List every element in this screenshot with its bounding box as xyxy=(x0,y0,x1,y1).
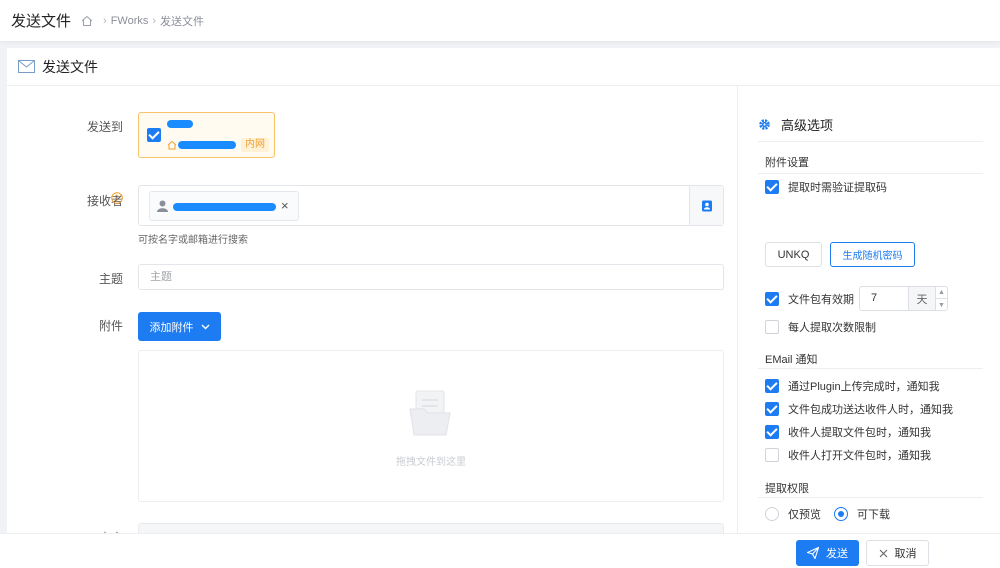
cancel-button[interactable]: 取消 xyxy=(866,540,929,566)
stepper-up-icon[interactable]: ▲ xyxy=(936,287,947,299)
divider xyxy=(758,497,983,498)
extraction-code-field[interactable]: UNKQ xyxy=(765,242,822,267)
limit-per-person-label: 每人提取次数限制 xyxy=(788,322,876,334)
divider xyxy=(758,141,983,142)
permission-preview-label: 仅预览 xyxy=(788,509,821,521)
require-code-option[interactable]: 提取时需验证提取码 xyxy=(765,179,887,195)
send-button[interactable]: 发送 xyxy=(796,540,859,566)
receiver-hint: 可按名字或邮箱进行搜索 xyxy=(138,235,248,246)
notify-plugin-checkbox[interactable] xyxy=(765,379,779,393)
require-code-checkbox[interactable] xyxy=(765,180,779,194)
svg-text:?: ? xyxy=(115,194,119,203)
send-file-panel: 发送文件 发送到 内网 接收者 ? × 可按名字或邮箱进行搜索 主题 附件 添加… xyxy=(7,48,1000,568)
receiver-chip: × xyxy=(149,191,299,221)
help-icon[interactable]: ? xyxy=(111,192,123,204)
close-icon xyxy=(879,549,887,557)
notify-opened-checkbox[interactable] xyxy=(765,448,779,462)
send-label: 发送 xyxy=(826,548,848,560)
breadcrumb: › FWorks › 发送文件 xyxy=(81,13,204,29)
file-dropzone[interactable]: 拖拽文件到这里 xyxy=(138,350,724,502)
permission-title: 提取权限 xyxy=(765,483,809,495)
notify-plugin-label: 通过Plugin上传完成时，通知我 xyxy=(788,381,940,393)
home-icon[interactable] xyxy=(81,15,93,27)
redacted-email xyxy=(173,203,276,211)
attachment-label: 附件 xyxy=(98,319,123,333)
notify-extracted-label: 收件人提取文件包时，通知我 xyxy=(788,427,931,439)
redacted-address xyxy=(178,141,236,149)
limit-per-person-option[interactable]: 每人提取次数限制 xyxy=(765,319,876,335)
email-notification-title: EMail 通知 xyxy=(765,354,818,366)
validity-checkbox[interactable] xyxy=(765,292,779,306)
sendto-checkbox[interactable] xyxy=(147,128,161,142)
notify-opened-option[interactable]: 收件人打开文件包时，通知我 xyxy=(765,447,931,463)
require-code-label: 提取时需验证提取码 xyxy=(788,182,887,194)
top-bar: 发送文件 › FWorks › 发送文件 xyxy=(0,0,1000,41)
panel-header: 发送文件 xyxy=(7,48,1000,86)
breadcrumb-item-fworks[interactable]: FWorks xyxy=(111,15,149,27)
contacts-button[interactable] xyxy=(689,186,723,225)
validity-stepper[interactable]: ▲ ▼ xyxy=(936,286,948,311)
notify-delivered-checkbox[interactable] xyxy=(765,402,779,416)
divider xyxy=(758,368,983,369)
notify-opened-label: 收件人打开文件包时，通知我 xyxy=(788,450,931,462)
breadcrumb-separator: › xyxy=(152,14,157,27)
validity-label: 文件包有效期 xyxy=(788,294,854,306)
permission-download-option[interactable]: 可下载 xyxy=(834,506,890,522)
validity-unit: 天 xyxy=(909,286,936,311)
notify-extracted-option[interactable]: 收件人提取文件包时，通知我 xyxy=(765,424,931,440)
subject-label: 主题 xyxy=(98,272,123,286)
attachment-settings-title: 附件设置 xyxy=(765,157,809,169)
advanced-header: 高级选项 xyxy=(758,115,833,134)
mail-icon xyxy=(18,60,35,73)
user-icon xyxy=(157,200,168,212)
paper-plane-icon xyxy=(807,547,819,559)
remove-receiver-icon[interactable]: × xyxy=(281,198,289,213)
network-tag: 内网 xyxy=(241,138,269,152)
gear-icon xyxy=(759,119,770,130)
dropzone-text: 拖拽文件到这里 xyxy=(396,457,466,468)
contact-book-icon xyxy=(701,200,712,211)
generate-random-password-button[interactable]: 生成随机密码 xyxy=(830,242,915,267)
limit-per-person-checkbox[interactable] xyxy=(765,320,779,334)
breadcrumb-item-current: 发送文件 xyxy=(160,15,205,28)
sendto-card[interactable]: 内网 xyxy=(138,112,275,158)
folder-icon xyxy=(409,390,451,436)
subject-input[interactable] xyxy=(138,264,724,290)
stepper-down-icon[interactable]: ▼ xyxy=(936,299,947,311)
advanced-title: 高级选项 xyxy=(781,118,834,133)
notify-delivered-label: 文件包成功送达收件人时，通知我 xyxy=(788,404,953,416)
validity-days-input[interactable]: 7 xyxy=(859,286,909,311)
receiver-input[interactable]: × xyxy=(138,185,724,226)
permission-preview-option[interactable]: 仅预览 xyxy=(765,506,821,522)
page-title: 发送文件 xyxy=(11,13,72,30)
permission-download-label: 可下载 xyxy=(857,509,890,521)
sendto-label: 发送到 xyxy=(86,120,123,134)
permission-download-radio[interactable] xyxy=(834,507,848,521)
divider xyxy=(758,173,983,174)
cancel-label: 取消 xyxy=(894,548,917,560)
validity-option[interactable]: 文件包有效期 xyxy=(765,291,854,307)
notify-delivered-option[interactable]: 文件包成功送达收件人时，通知我 xyxy=(765,401,953,417)
notify-extracted-checkbox[interactable] xyxy=(765,425,779,439)
panel-title: 发送文件 xyxy=(42,58,98,75)
chevron-down-icon xyxy=(201,324,209,329)
footer-bar: 发送 取消 xyxy=(0,533,1000,568)
breadcrumb-separator: › xyxy=(103,14,107,27)
permission-preview-radio[interactable] xyxy=(765,507,779,521)
notify-plugin-option[interactable]: 通过Plugin上传完成时，通知我 xyxy=(765,378,940,394)
add-attachment-label: 添加附件 xyxy=(149,321,194,334)
redacted-name xyxy=(167,120,193,128)
column-divider xyxy=(737,86,738,533)
add-attachment-button[interactable]: 添加附件 xyxy=(138,312,221,341)
home-icon xyxy=(167,140,177,150)
